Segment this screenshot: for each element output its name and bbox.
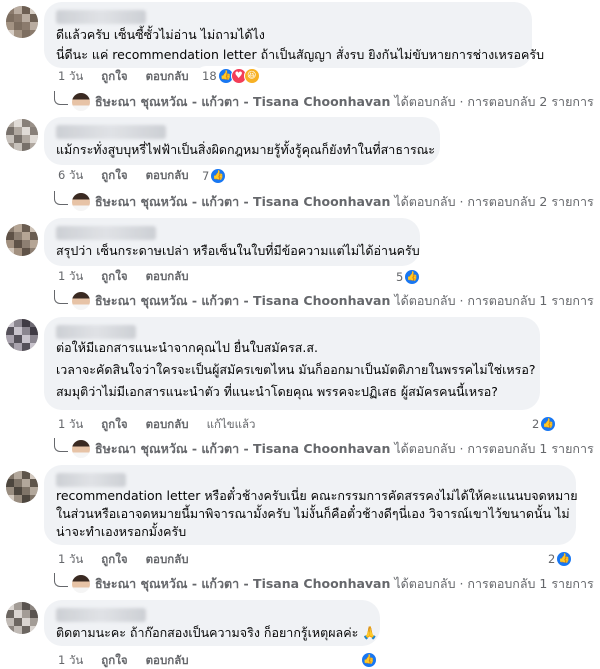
comment-text-line: ติดตามนะคะ ถ้าก๊อกสองเป็นความจริง ก็อยาก…	[56, 625, 378, 640]
reply-summary: ได้ตอบกลับ · การตอบกลับ 1 รายการ	[394, 441, 594, 456]
like-icon: 👍	[556, 551, 573, 567]
comment-text-line: นี่ดีนะ แค่ recommendation letter ถ้าเป็…	[56, 47, 545, 62]
replies-link[interactable]: ธิษะณา ชุณหวัณ - แก้วตา - Tisana Choonha…	[54, 191, 594, 212]
comment-time[interactable]: 1 วัน	[58, 68, 83, 86]
commenter-name[interactable]	[56, 10, 146, 24]
reply-button[interactable]: ตอบกลับ	[146, 652, 189, 669]
comment-actions: 1 วัน ถูกใจ ตอบกลับ	[58, 552, 207, 568]
comment-text-line: ดีแล้วครับ เซ็นซี้ซั้วไม่อ่าน ไม่ถามได้ไ…	[56, 27, 265, 42]
like-button[interactable]: ถูกใจ	[101, 167, 127, 185]
comment-time[interactable]: 1 วัน	[58, 416, 83, 434]
commenter-name[interactable]	[56, 226, 156, 240]
reply-author-name: ธิษะณา ชุณหวัณ - แก้วตา - Tisana Choonha…	[95, 576, 391, 591]
comment-text-line: น่าจะทำเองหรอกมั้งครับ	[56, 524, 187, 539]
comment-text-line: แม้กระทั่งสูบบุหรี่ไฟฟ้าเป็นสิ่งผิดกฎหมา…	[56, 142, 435, 157]
like-button[interactable]: ถูกใจ	[101, 652, 127, 669]
comment-actions: 1 วัน ถูกใจ ตอบกลับ แก้ไขแล้ว	[58, 417, 274, 433]
reply-arrow-icon	[54, 573, 68, 587]
reaction-count: 7	[202, 169, 210, 183]
avatar[interactable]	[6, 224, 38, 256]
reaction-summary[interactable]: 18 👍 ♥ 😆	[196, 66, 262, 86]
reply-summary: ได้ตอบกลับ · การตอบกลับ 2 รายการ	[394, 94, 594, 109]
comment-bubble: ดีแล้วครับ เซ็นซี้ซั้วไม่อ่าน ไม่ถามได้ไ…	[44, 2, 545, 68]
comment-time[interactable]: 6 วัน	[58, 167, 83, 185]
comment-actions: 6 วัน ถูกใจ ตอบกลับ	[58, 168, 207, 184]
reaction-count: 2	[532, 417, 540, 431]
like-button[interactable]: ถูกใจ	[101, 551, 127, 569]
comment-time[interactable]: 1 วัน	[58, 268, 83, 286]
like-icon: 👍	[361, 652, 377, 668]
reaction-count: 5	[396, 270, 404, 284]
like-icon: 👍	[540, 416, 557, 432]
reaction-summary[interactable]: 2 👍	[542, 549, 575, 569]
like-icon: 👍	[404, 269, 421, 285]
replies-link[interactable]: ธิษะณา ชุณหวัณ - แก้วตา - Tisana Choonha…	[54, 438, 594, 459]
reply-summary: ได้ตอบกลับ · การตอบกลับ 1 รายการ	[394, 576, 594, 591]
reaction-summary[interactable]: 7 👍	[196, 166, 229, 186]
comment-bubble: แม้กระทั่งสูบบุหรี่ไฟฟ้าเป็นสิ่งผิดกฎหมา…	[44, 117, 440, 165]
reaction-summary[interactable]: 👍	[358, 650, 379, 669]
comment-actions: 1 วัน ถูกใจ ตอบกลับ	[58, 69, 207, 85]
commenter-name[interactable]	[56, 608, 146, 622]
comment-text-line: ในส่วนหรือเอาจดหมายนี้มาพิจารณามั้งครับ …	[56, 506, 570, 521]
avatar[interactable]	[6, 471, 38, 503]
comment-text-line: ต่อให้มีเอกสารแนะนำจากคุณไป ยื่นใบสมัครส…	[56, 340, 318, 355]
reply-arrow-icon	[54, 438, 68, 452]
like-button[interactable]: ถูกใจ	[101, 268, 127, 286]
avatar[interactable]	[6, 319, 38, 351]
reply-author-avatar	[72, 575, 90, 593]
haha-icon: 😆	[243, 68, 260, 84]
reply-arrow-icon	[54, 91, 68, 105]
reaction-summary[interactable]: 2 👍	[526, 414, 559, 434]
commenter-name[interactable]	[56, 125, 166, 139]
edited-label: แก้ไขแล้ว	[206, 417, 256, 431]
reaction-summary[interactable]: 5 👍	[390, 267, 423, 287]
replies-link[interactable]: ธิษะณา ชุณหวัณ - แก้วตา - Tisana Choonha…	[54, 91, 594, 112]
comment-actions: 1 วัน ถูกใจ ตอบกลับ	[58, 653, 207, 669]
comment-bubble: ต่อให้มีเอกสารแนะนำจากคุณไป ยื่นใบสมัครส…	[44, 317, 540, 410]
reply-author-name: ธิษะณา ชุณหวัณ - แก้วตา - Tisana Choonha…	[95, 194, 391, 209]
avatar[interactable]	[6, 602, 38, 634]
replies-link[interactable]: ธิษะณา ชุณหวัณ - แก้วตา - Tisana Choonha…	[54, 290, 594, 311]
avatar[interactable]	[6, 119, 38, 151]
comment-text-line: สมมุติว่าไม่มีเอกสารแนะนำตัว ที่แนะนำโดย…	[56, 384, 498, 399]
reply-author-name: ธิษะณา ชุณหวัณ - แก้วตา - Tisana Choonha…	[95, 441, 391, 456]
reply-button[interactable]: ตอบกลับ	[146, 167, 189, 185]
like-icon: 👍	[210, 168, 227, 184]
reply-button[interactable]: ตอบกลับ	[146, 68, 189, 86]
comment-text-line: recommendation letter หรือตั๋วช้างครับเน…	[56, 488, 578, 503]
like-button[interactable]: ถูกใจ	[101, 68, 127, 86]
comment-bubble: สรุปว่า เซ็นกระดาษเปล่า หรือเซ็นในใบที่ม…	[44, 218, 420, 266]
reply-summary: ได้ตอบกลับ · การตอบกลับ 1 รายการ	[394, 293, 594, 308]
commenter-name[interactable]	[56, 325, 136, 339]
reply-author-avatar	[72, 93, 90, 111]
reply-author-name: ธิษะณา ชุณหวัณ - แก้วตา - Tisana Choonha…	[95, 293, 391, 308]
comment-bubble: ติดตามนะคะ ถ้าก๊อกสองเป็นความจริง ก็อยาก…	[44, 600, 380, 646]
reply-button[interactable]: ตอบกลับ	[146, 268, 189, 286]
reaction-count: 2	[548, 552, 556, 566]
comment-text-line: เวลาจะคัดสินใจว่าใครจะเป็นผู้สมัครเขตไหน…	[56, 362, 536, 377]
avatar[interactable]	[6, 6, 38, 38]
reply-author-avatar	[72, 292, 90, 310]
commenter-name[interactable]	[56, 473, 126, 487]
replies-link[interactable]: ธิษะณา ชุณหวัณ - แก้วตา - Tisana Choonha…	[54, 573, 594, 594]
reply-button[interactable]: ตอบกลับ	[146, 551, 189, 569]
comment-text-line: สรุปว่า เซ็นกระดาษเปล่า หรือเซ็นในใบที่ม…	[56, 243, 420, 258]
comment-time[interactable]: 1 วัน	[58, 652, 83, 669]
like-button[interactable]: ถูกใจ	[101, 416, 127, 434]
comment-bubble: recommendation letter หรือตั๋วช้างครับเน…	[44, 465, 578, 545]
reply-arrow-icon	[54, 290, 68, 304]
comment-actions: 1 วัน ถูกใจ ตอบกลับ	[58, 269, 207, 285]
reply-arrow-icon	[54, 191, 68, 205]
comment-time[interactable]: 1 วัน	[58, 551, 83, 569]
reaction-count: 18	[202, 69, 217, 83]
reply-author-name: ธิษะณา ชุณหวัณ - แก้วตา - Tisana Choonha…	[95, 94, 391, 109]
reply-summary: ได้ตอบกลับ · การตอบกลับ 2 รายการ	[394, 194, 594, 209]
reply-author-avatar	[72, 193, 90, 211]
reply-button[interactable]: ตอบกลับ	[146, 416, 189, 434]
reply-author-avatar	[72, 440, 90, 458]
